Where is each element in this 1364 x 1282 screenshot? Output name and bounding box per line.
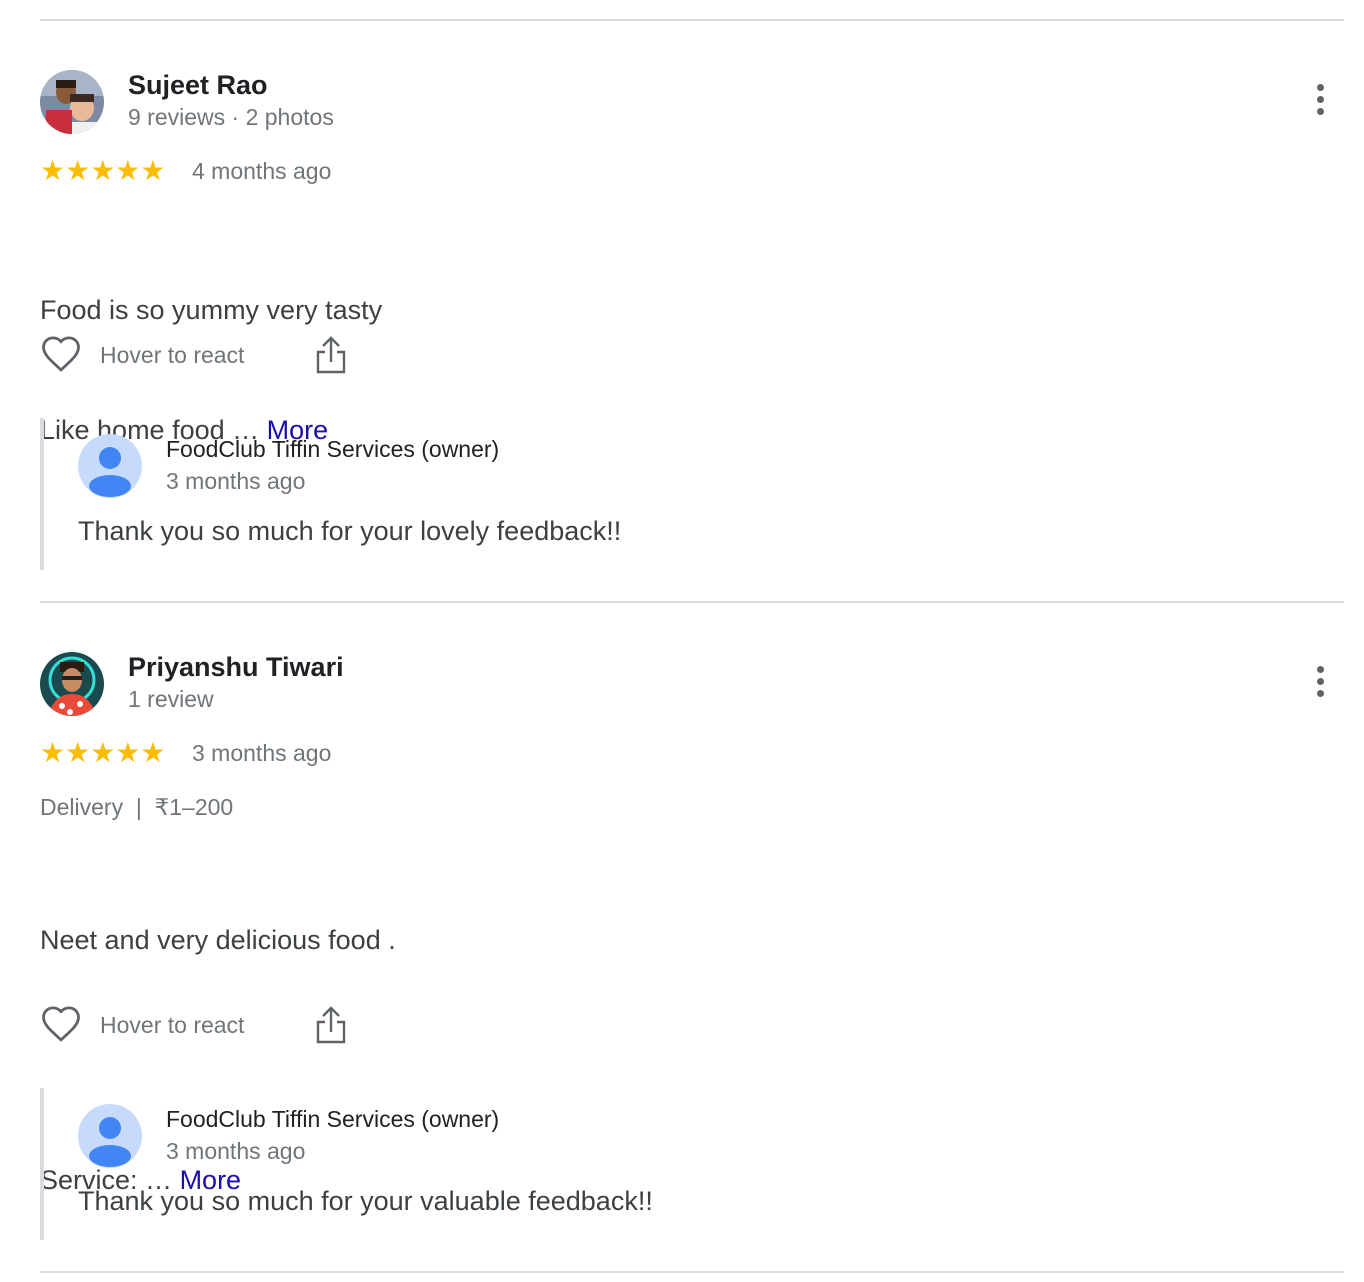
share-icon[interactable] xyxy=(314,1004,348,1046)
owner-reply-text: Thank you so much for your lovely feedba… xyxy=(78,516,622,546)
owner-name: FoodClub Tiffin Services (owner) xyxy=(166,1106,500,1132)
owner-reply-text: Thank you so much for your valuable feed… xyxy=(78,1186,653,1216)
reviewer-name[interactable]: Sujeet Rao xyxy=(128,70,268,101)
reviewer-name[interactable]: Priyanshu Tiwari xyxy=(128,652,344,683)
person-icon xyxy=(78,1104,142,1168)
review-time: 3 months ago xyxy=(192,740,332,766)
owner-reply-time: 3 months ago xyxy=(166,1138,306,1164)
heart-icon[interactable] xyxy=(40,1004,82,1046)
owner-reply: FoodClub Tiffin Services (owner) 3 month… xyxy=(40,418,1348,570)
more-vert-icon[interactable] xyxy=(1312,84,1328,120)
star-rating: ★★★★★ xyxy=(40,155,166,186)
person-icon xyxy=(78,434,142,498)
owner-reply-time: 3 months ago xyxy=(166,468,306,494)
review-divider xyxy=(40,19,1344,21)
heart-icon[interactable] xyxy=(40,334,82,376)
reviewer-avatar[interactable] xyxy=(40,652,104,716)
review-time: 4 months ago xyxy=(192,158,332,184)
reviewer-avatar[interactable] xyxy=(40,70,104,134)
react-label: Hover to react xyxy=(100,1012,245,1038)
review-text-line: Neet and very delicious food . xyxy=(40,925,396,955)
review-card: Sujeet Rao 9 reviews · 2 photos ★★★★★ 4 … xyxy=(40,70,1344,570)
reviewer-stats: 1 review xyxy=(128,686,214,712)
review-divider xyxy=(40,601,1344,603)
review-divider xyxy=(40,1271,1344,1273)
owner-reply: FoodClub Tiffin Services (owner) 3 month… xyxy=(40,1088,1348,1240)
share-icon[interactable] xyxy=(314,334,348,376)
owner-name: FoodClub Tiffin Services (owner) xyxy=(166,436,500,462)
star-rating: ★★★★★ xyxy=(40,737,166,768)
reviewer-stats: 9 reviews · 2 photos xyxy=(128,104,334,130)
review-tags: Delivery | ₹1–200 xyxy=(40,794,234,820)
review-text-line: Food is so yummy very tasty xyxy=(40,295,383,325)
react-label: Hover to react xyxy=(100,342,245,368)
more-vert-icon[interactable] xyxy=(1312,666,1328,702)
review-card: Priyanshu Tiwari 1 review ★★★★★ 3 months… xyxy=(40,652,1344,1240)
